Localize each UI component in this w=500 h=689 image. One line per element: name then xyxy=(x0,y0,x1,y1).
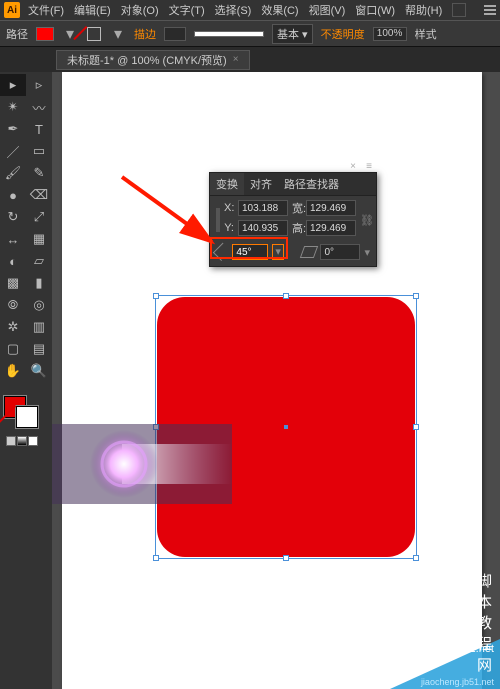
panel-close-icon[interactable]: × xyxy=(350,161,356,172)
pencil-tool[interactable]: ✎ xyxy=(26,162,52,184)
selection-tool[interactable]: ▸ xyxy=(0,74,26,96)
menu-window[interactable]: 窗口(W) xyxy=(355,2,395,18)
menu-type[interactable]: 文字(T) xyxy=(169,2,205,18)
reference-point-grid[interactable] xyxy=(216,208,220,232)
w-label: 宽: xyxy=(292,200,302,216)
line-tool[interactable]: ／ xyxy=(0,140,26,162)
tab-align[interactable]: 对齐 xyxy=(244,173,278,195)
canvas-viewport[interactable]: × ≡ 变换 对齐 路径查找器 X: 103.188 宽: xyxy=(52,72,500,689)
symbol-sprayer-tool[interactable]: ✲ xyxy=(0,316,26,338)
hand-tool[interactable]: ✋ xyxy=(0,360,26,382)
shear-field[interactable]: 0° xyxy=(320,244,360,260)
free-transform-tool[interactable]: ▦ xyxy=(26,228,52,250)
document-tab-title: 未标题-1* @ 100% (CMYK/预览) xyxy=(67,52,227,68)
app-logo: Ai xyxy=(4,2,20,18)
stroke-color-swatch[interactable] xyxy=(16,406,38,428)
opacity-field[interactable]: 100% xyxy=(373,27,407,41)
opacity-link[interactable]: 不透明度 xyxy=(321,26,365,42)
options-bar: 路径 ▾ ▾ 描边 基本 ▾ 不透明度 100% 样式 xyxy=(0,20,500,46)
menu-select[interactable]: 选择(S) xyxy=(215,2,252,18)
main-area: ▸▹ ✴〰 ✒T ／▭ 🖌✎ ●⌫ ↻⤢ ↔▦ ◐▱ ▩▮ ⦾◎ ✲▥ ▢▤ ✋… xyxy=(0,72,500,689)
rotation-dropdown-icon[interactable]: ▾ xyxy=(272,244,284,260)
menu-view[interactable]: 视图(V) xyxy=(309,2,346,18)
eraser-tool[interactable]: ⌫ xyxy=(26,184,52,206)
close-icon[interactable]: × xyxy=(233,54,239,65)
workspace-layout-icon[interactable] xyxy=(452,3,466,17)
fill-swatch[interactable] xyxy=(36,27,54,41)
slice-tool[interactable]: ▤ xyxy=(26,338,52,360)
tab-pathfinder[interactable]: 路径查找器 xyxy=(278,173,345,195)
document-tab-bar: 未标题-1* @ 100% (CMYK/预览) × xyxy=(0,46,500,72)
gradient-tool[interactable]: ▮ xyxy=(26,272,52,294)
menu-edit[interactable]: 编辑(E) xyxy=(74,2,111,18)
x-label: X: xyxy=(224,202,234,214)
paintbrush-tool[interactable]: 🖌 xyxy=(0,162,26,184)
rounded-rectangle-shape[interactable] xyxy=(157,297,415,557)
perspective-tool[interactable]: ▱ xyxy=(26,250,52,272)
height-field[interactable]: 129.469 xyxy=(306,220,356,236)
zoom-tool[interactable]: 🔍 xyxy=(26,360,52,382)
scale-tool[interactable]: ⤢ xyxy=(26,206,52,228)
brush-basic-dropdown[interactable]: 基本 ▾ xyxy=(272,24,313,44)
toolbox: ▸▹ ✴〰 ✒T ／▭ 🖌✎ ●⌫ ↻⤢ ↔▦ ◐▱ ▩▮ ⦾◎ ✲▥ ▢▤ ✋… xyxy=(0,72,52,689)
y-field[interactable]: 140.935 xyxy=(238,220,288,236)
color-mode-none[interactable] xyxy=(28,436,38,446)
menu-effect[interactable]: 效果(C) xyxy=(261,2,298,18)
tab-transform[interactable]: 变换 xyxy=(210,173,244,195)
fill-stroke-controls[interactable] xyxy=(0,396,52,446)
rectangle-tool[interactable]: ▭ xyxy=(26,140,52,162)
style-label: 样式 xyxy=(415,26,437,42)
stroke-link[interactable]: 描边 xyxy=(134,26,156,42)
main-menu: 文件(F) 编辑(E) 对象(O) 文字(T) 选择(S) 效果(C) 视图(V… xyxy=(28,2,442,18)
shear-dropdown-icon[interactable]: ▾ xyxy=(364,246,370,259)
menu-file[interactable]: 文件(F) xyxy=(28,2,64,18)
menu-help[interactable]: 帮助(H) xyxy=(405,2,442,18)
h-label: 高: xyxy=(292,220,302,236)
workspace-menu-icon[interactable] xyxy=(484,5,496,15)
artboard-tool[interactable]: ▢ xyxy=(0,338,26,360)
shape-builder-tool[interactable]: ◐ xyxy=(0,250,26,272)
blob-brush-tool[interactable]: ● xyxy=(0,184,26,206)
pen-tool[interactable]: ✒ xyxy=(0,118,26,140)
menu-object[interactable]: 对象(O) xyxy=(121,2,159,18)
eyedropper-tool[interactable]: ⦾ xyxy=(0,294,26,316)
x-field[interactable]: 103.188 xyxy=(238,200,288,216)
rotate-icon xyxy=(213,243,232,262)
document-tab[interactable]: 未标题-1* @ 100% (CMYK/预览) × xyxy=(56,50,250,70)
mesh-tool[interactable]: ▩ xyxy=(0,272,26,294)
type-tool[interactable]: T xyxy=(26,118,52,140)
panel-tabs: 变换 对齐 路径查找器 xyxy=(210,173,376,196)
panel-menu-icon[interactable]: ≡ xyxy=(366,161,372,172)
link-wh-icon[interactable]: ⛓ xyxy=(360,214,374,227)
rotation-field[interactable]: 45° xyxy=(232,244,268,260)
width-field[interactable]: 129.469 xyxy=(306,200,356,216)
transform-panel[interactable]: × ≡ 变换 对齐 路径查找器 X: 103.188 宽: xyxy=(209,172,377,267)
width-tool[interactable]: ↔ xyxy=(0,228,26,250)
stroke-weight-field[interactable] xyxy=(164,27,186,41)
lasso-tool[interactable]: 〰 xyxy=(26,96,52,118)
shear-icon xyxy=(300,246,318,258)
app-menu-bar: Ai 文件(F) 编辑(E) 对象(O) 文字(T) 选择(S) 效果(C) 视… xyxy=(0,0,500,20)
path-label: 路径 xyxy=(6,26,28,42)
stroke-swatch[interactable] xyxy=(86,26,102,42)
y-label: Y: xyxy=(224,222,234,234)
direct-selection-tool[interactable]: ▹ xyxy=(26,74,52,96)
panel-body: X: 103.188 宽: 129.469 Y: 140.935 高: 129.… xyxy=(210,196,376,266)
blend-tool[interactable]: ◎ xyxy=(26,294,52,316)
column-graph-tool[interactable]: ▥ xyxy=(26,316,52,338)
magic-wand-tool[interactable]: ✴ xyxy=(0,96,26,118)
brush-definition[interactable] xyxy=(194,31,264,37)
stroke-dropdown-icon[interactable]: ▾ xyxy=(110,26,126,42)
rotate-tool[interactable]: ↻ xyxy=(0,206,26,228)
